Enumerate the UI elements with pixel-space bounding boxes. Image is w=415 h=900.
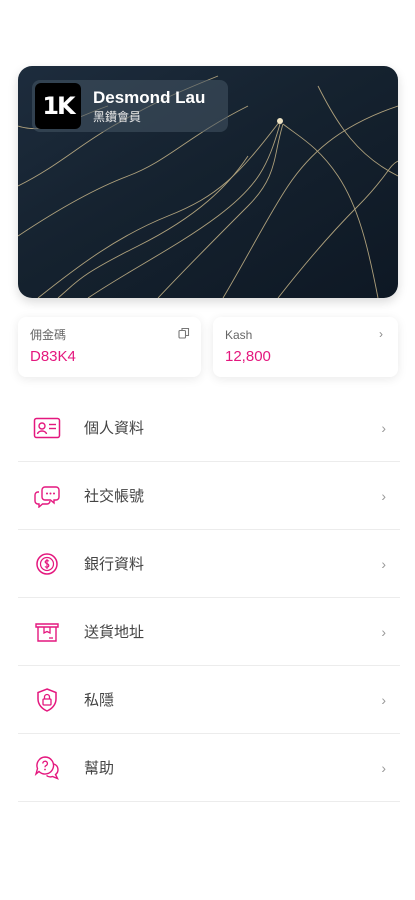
chevron-right-icon: › xyxy=(381,623,386,640)
menu-label: 私隱 xyxy=(84,692,115,709)
member-name: Desmond Lau xyxy=(93,87,206,107)
chevron-right-icon: › xyxy=(381,759,386,776)
menu-item-bank-info[interactable]: 銀行資料 › xyxy=(18,530,400,598)
brand-logo: 1K xyxy=(35,83,81,129)
membership-card[interactable]: 1K Desmond Lau 黑鑽會員 xyxy=(18,66,398,298)
chevron-right-icon: › xyxy=(381,419,386,436)
referral-code-value: D83K4 xyxy=(30,348,76,365)
menu-label: 個人資料 xyxy=(84,420,145,437)
menu-label: 銀行資料 xyxy=(84,556,145,573)
settings-menu: 個人資料 › 社交帳號 › 銀行資料 › 送貨地址 › 私隱 › 幫助 › xyxy=(18,394,400,802)
referral-code-card[interactable]: 佣金碼 D83K4 xyxy=(18,317,201,377)
package-icon xyxy=(32,617,62,647)
shield-lock-icon xyxy=(32,685,62,715)
menu-item-help[interactable]: 幫助 › xyxy=(18,734,400,802)
kash-label: Kash xyxy=(225,328,253,342)
menu-item-shipping-address[interactable]: 送貨地址 › xyxy=(18,598,400,666)
copy-icon[interactable] xyxy=(177,327,191,341)
coin-icon xyxy=(32,549,62,579)
member-badge: 1K Desmond Lau 黑鑽會員 xyxy=(32,80,228,132)
member-tier: 黑鑽會員 xyxy=(93,109,142,124)
menu-item-privacy[interactable]: 私隱 › xyxy=(18,666,400,734)
menu-label: 幫助 xyxy=(84,760,115,777)
id-card-icon xyxy=(32,413,62,443)
chevron-right-icon: › xyxy=(381,691,386,708)
kash-value: 12,800 xyxy=(225,348,271,365)
menu-item-social-accounts[interactable]: 社交帳號 › xyxy=(18,462,400,530)
menu-item-profile[interactable]: 個人資料 › xyxy=(18,394,400,462)
menu-label: 社交帳號 xyxy=(84,488,145,505)
chat-bubbles-icon xyxy=(32,481,62,511)
chevron-right-icon: › xyxy=(381,487,386,504)
kash-card[interactable]: Kash 12,800 › xyxy=(213,317,398,377)
help-chat-icon xyxy=(32,753,62,783)
chevron-right-icon: › xyxy=(381,555,386,572)
menu-label: 送貨地址 xyxy=(84,624,145,641)
referral-code-label: 佣金碼 xyxy=(30,328,67,342)
chevron-right-icon: › xyxy=(379,327,383,341)
